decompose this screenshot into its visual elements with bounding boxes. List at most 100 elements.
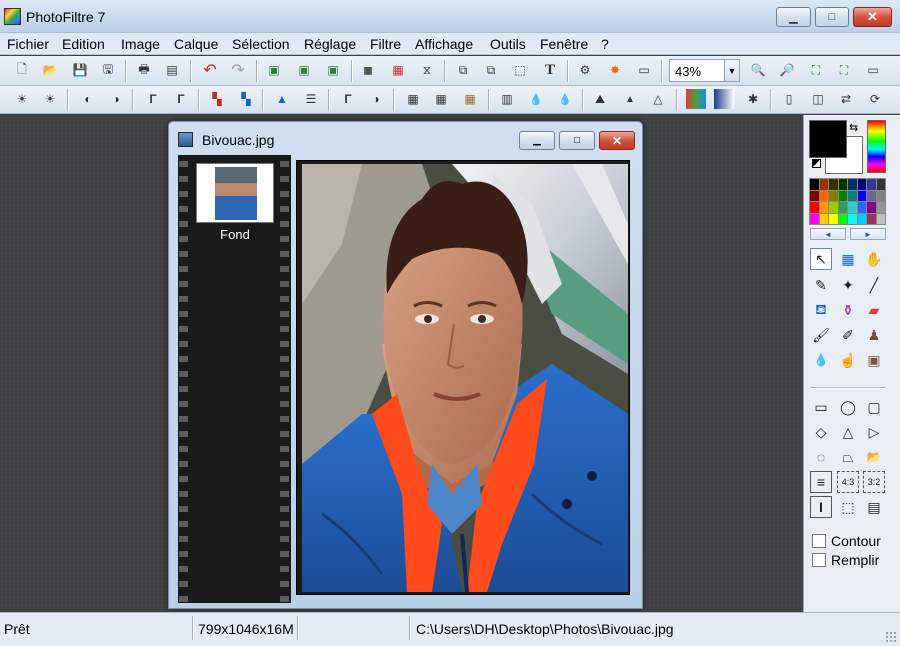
foreground-color-swatch[interactable] (809, 120, 847, 158)
palette-color-swatch[interactable] (857, 190, 866, 201)
advanced-brush-icon[interactable]: ✐ (837, 324, 859, 346)
canvas-size-icon[interactable]: ▣ (294, 60, 314, 80)
arrow-shape-icon[interactable]: ▷ (863, 421, 885, 443)
transform-icon[interactable]: ⧖ (417, 60, 437, 80)
spray-icon[interactable]: ⚱ (837, 299, 859, 321)
hand-tool-icon[interactable]: ✋ (863, 248, 885, 270)
effects-icon[interactable]: ✸ (605, 60, 625, 80)
palette-color-swatch[interactable] (848, 179, 857, 190)
line-tool-icon[interactable]: ╱ (863, 274, 885, 296)
rounded-rect-shape-icon[interactable]: ▢ (863, 396, 885, 418)
menu-filtre[interactable]: Filtre (370, 36, 401, 52)
menu-selection[interactable]: Sélection (232, 36, 290, 52)
filter-grid-3-icon[interactable]: ▦ (460, 89, 480, 109)
document-minimize-button[interactable]: ▁ (519, 131, 555, 150)
new-file-icon[interactable]: 🗋 (12, 60, 32, 80)
eraser-icon[interactable]: ▰ (863, 299, 885, 321)
palette-color-swatch[interactable] (810, 190, 819, 201)
palette-color-swatch[interactable] (810, 179, 819, 190)
close-button[interactable]: ✕ (853, 7, 892, 27)
palette-color-swatch[interactable] (819, 190, 828, 201)
menu-reglage[interactable]: Réglage (304, 36, 356, 52)
text-cursor-icon[interactable]: I (810, 496, 832, 518)
resize-grip-icon[interactable] (885, 631, 897, 643)
fullscreen-icon[interactable]: ▭ (863, 60, 883, 80)
window-icon[interactable]: ▤ (863, 496, 885, 518)
gradient-icon[interactable]: ◼ (358, 60, 378, 80)
brightness-minus-icon[interactable]: ☀ (12, 89, 32, 109)
levels-icon[interactable]: ☰ (301, 89, 321, 109)
zoom-out-icon[interactable]: 🔎 (777, 60, 797, 80)
document-maximize-button[interactable]: □ (559, 131, 595, 150)
actual-size-icon[interactable]: ⛶ (834, 60, 854, 80)
swap-colors-icon[interactable]: ⇆ (849, 121, 858, 134)
saturation-plus-icon[interactable]: ▚ (236, 89, 256, 109)
rgb-icon[interactable]: ▮ (686, 89, 706, 109)
frame-icon[interactable]: ◫ (808, 89, 828, 109)
blur-drop-icon[interactable]: 💧 (810, 349, 832, 371)
rectangle-shape-icon[interactable]: ▭ (810, 396, 832, 418)
auto-levels-icon[interactable]: Γ (338, 89, 358, 109)
palette-color-swatch[interactable] (848, 213, 857, 224)
magic-wand-icon[interactable]: ✦ (837, 274, 859, 296)
maximize-button[interactable]: □ (815, 7, 849, 27)
stamp-icon[interactable]: ♟ (863, 324, 885, 346)
plugins-icon[interactable]: ⚙ (575, 60, 595, 80)
dashed-selection-icon[interactable]: ⬚ (837, 496, 859, 518)
align-center-icon[interactable]: ≡ (810, 471, 832, 493)
palette-color-swatch[interactable] (829, 202, 838, 213)
save-as-icon[interactable]: 🖫 (98, 60, 118, 80)
palette-color-swatch[interactable] (819, 202, 828, 213)
palette-color-swatch[interactable] (819, 213, 828, 224)
chevron-down-icon[interactable]: ▼ (724, 60, 739, 81)
palette-color-swatch[interactable] (867, 213, 876, 224)
minimize-button[interactable]: ▁ (776, 7, 811, 27)
palette-color-swatch[interactable] (876, 179, 885, 190)
palette-color-swatch[interactable] (838, 190, 847, 201)
reset-colors-icon[interactable] (812, 159, 821, 168)
filter-grid-2-icon[interactable]: ▦ (431, 89, 451, 109)
open-shape-icon[interactable]: 📂 (863, 446, 885, 468)
open-folder-icon[interactable]: 📂 (40, 60, 60, 80)
palette-color-swatch[interactable] (867, 179, 876, 190)
polygon-lasso-icon[interactable]: ⏢ (837, 446, 859, 468)
layer-paste-icon[interactable]: ⧉ (481, 60, 501, 80)
palette-color-swatch[interactable] (838, 202, 847, 213)
menu-image[interactable]: Image (121, 36, 160, 52)
layer-thumbnail[interactable] (196, 163, 274, 223)
flip-icon[interactable]: ⇄ (836, 89, 856, 109)
palette-color-swatch[interactable] (848, 190, 857, 201)
browser-icon[interactable]: ▭ (634, 60, 654, 80)
palette-color-swatch[interactable] (867, 190, 876, 201)
filter-grid-1-icon[interactable]: ▦ (403, 89, 423, 109)
menu-fichier[interactable]: Fichier (7, 36, 49, 52)
triangle-outline-icon[interactable]: △ (648, 89, 668, 109)
contrast-plus-icon[interactable]: ◑ (106, 89, 126, 109)
clone-icon[interactable]: ▣ (863, 349, 885, 371)
fit-image-icon[interactable]: ⛶ (806, 60, 826, 80)
crop-icon[interactable]: ▣ (323, 60, 343, 80)
image-canvas[interactable] (302, 164, 628, 592)
zoom-select[interactable]: 43% ▼ (669, 59, 740, 82)
gradient-fill-icon[interactable]: ▮ (714, 89, 734, 109)
palette-color-swatch[interactable] (829, 190, 838, 201)
ellipse-shape-icon[interactable]: ◯ (837, 396, 859, 418)
contrast-minus-icon[interactable]: ◐ (78, 89, 98, 109)
ratio-43-icon[interactable]: 4:3 (837, 471, 859, 493)
palette-color-swatch[interactable] (829, 213, 838, 224)
special-effect-icon[interactable]: ✱ (743, 89, 763, 109)
eyedropper-icon[interactable]: ✎ (810, 274, 832, 296)
palette-color-swatch[interactable] (848, 202, 857, 213)
menu-edition[interactable]: Edition (62, 36, 105, 52)
diamond-shape-icon[interactable]: ◇ (810, 421, 832, 443)
outline-checkbox[interactable] (812, 534, 826, 548)
menu-fenetre[interactable]: Fenêtre (540, 36, 588, 52)
paint-bucket-icon[interactable]: ⛾ (810, 299, 832, 321)
palette-next-button[interactable]: ► (850, 228, 886, 240)
image-tool-icon[interactable]: ▦ (837, 248, 859, 270)
drop-plus-icon[interactable]: 💧 (555, 89, 575, 109)
menu-affichage[interactable]: Affichage (415, 36, 473, 52)
palette-color-swatch[interactable] (829, 179, 838, 190)
palette-color-swatch[interactable] (857, 213, 866, 224)
menu-outils[interactable]: Outils (490, 36, 526, 52)
